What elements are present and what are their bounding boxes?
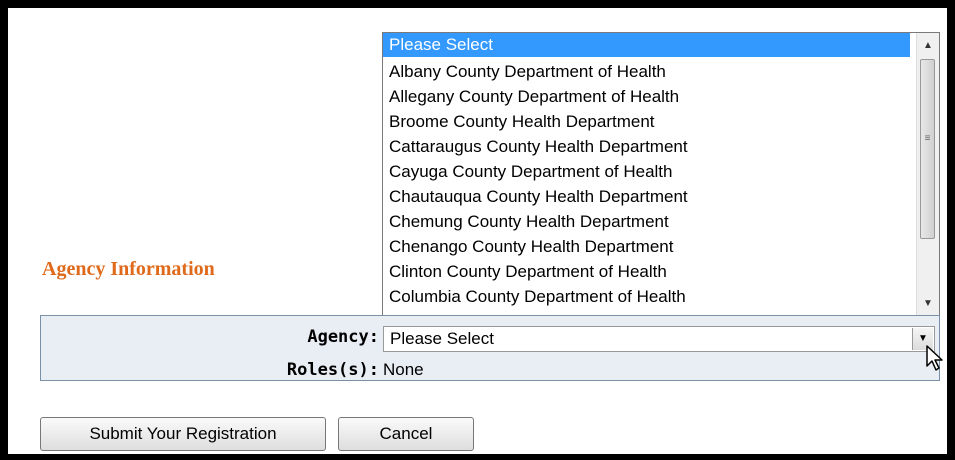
agency-select[interactable]: Please Select ▼ bbox=[383, 326, 935, 352]
dropdown-option[interactable]: Cayuga County Department of Health bbox=[383, 159, 910, 184]
agency-dropdown-list[interactable]: Please Select Albany County Department o… bbox=[382, 32, 940, 318]
dropdown-option[interactable]: Allegany County Department of Health bbox=[383, 84, 910, 109]
agency-panel: Agency: Please Select ▼ Roles(s): None bbox=[40, 315, 940, 381]
dropdown-option[interactable]: Chautauqua County Health Department bbox=[383, 184, 910, 209]
registration-page: Please Select Albany County Department o… bbox=[6, 6, 949, 456]
agency-label: Agency: bbox=[307, 327, 379, 347]
grip-icon: ≡ bbox=[924, 133, 931, 144]
scroll-up-icon[interactable]: ▲ bbox=[919, 37, 937, 55]
mouse-cursor-icon bbox=[926, 345, 943, 371]
dropdown-option[interactable]: Broome County Health Department bbox=[383, 109, 910, 134]
dropdown-scrollbar[interactable]: ▲ ≡ ▼ bbox=[916, 33, 939, 317]
roles-label: Roles(s): bbox=[286, 360, 379, 380]
dropdown-option[interactable]: Clinton County Department of Health bbox=[383, 259, 910, 284]
submit-registration-button[interactable]: Submit Your Registration bbox=[40, 417, 326, 451]
scrollbar-thumb[interactable]: ≡ bbox=[920, 59, 935, 239]
dropdown-option[interactable]: Please Select bbox=[383, 33, 910, 57]
scroll-down-icon[interactable]: ▼ bbox=[919, 295, 937, 313]
agency-select-value: Please Select bbox=[390, 329, 494, 348]
dropdown-option[interactable]: Cattaraugus County Health Department bbox=[383, 134, 910, 159]
roles-value: None bbox=[383, 360, 424, 379]
dropdown-option[interactable]: Chemung County Health Department bbox=[383, 209, 910, 234]
cancel-button[interactable]: Cancel bbox=[338, 417, 474, 451]
section-heading: Agency Information bbox=[42, 258, 215, 280]
dropdown-option[interactable]: Chenango County Health Department bbox=[383, 234, 910, 259]
dropdown-option[interactable]: Albany County Department of Health bbox=[383, 59, 910, 84]
dropdown-option[interactable]: Columbia County Department of Health bbox=[383, 284, 910, 309]
